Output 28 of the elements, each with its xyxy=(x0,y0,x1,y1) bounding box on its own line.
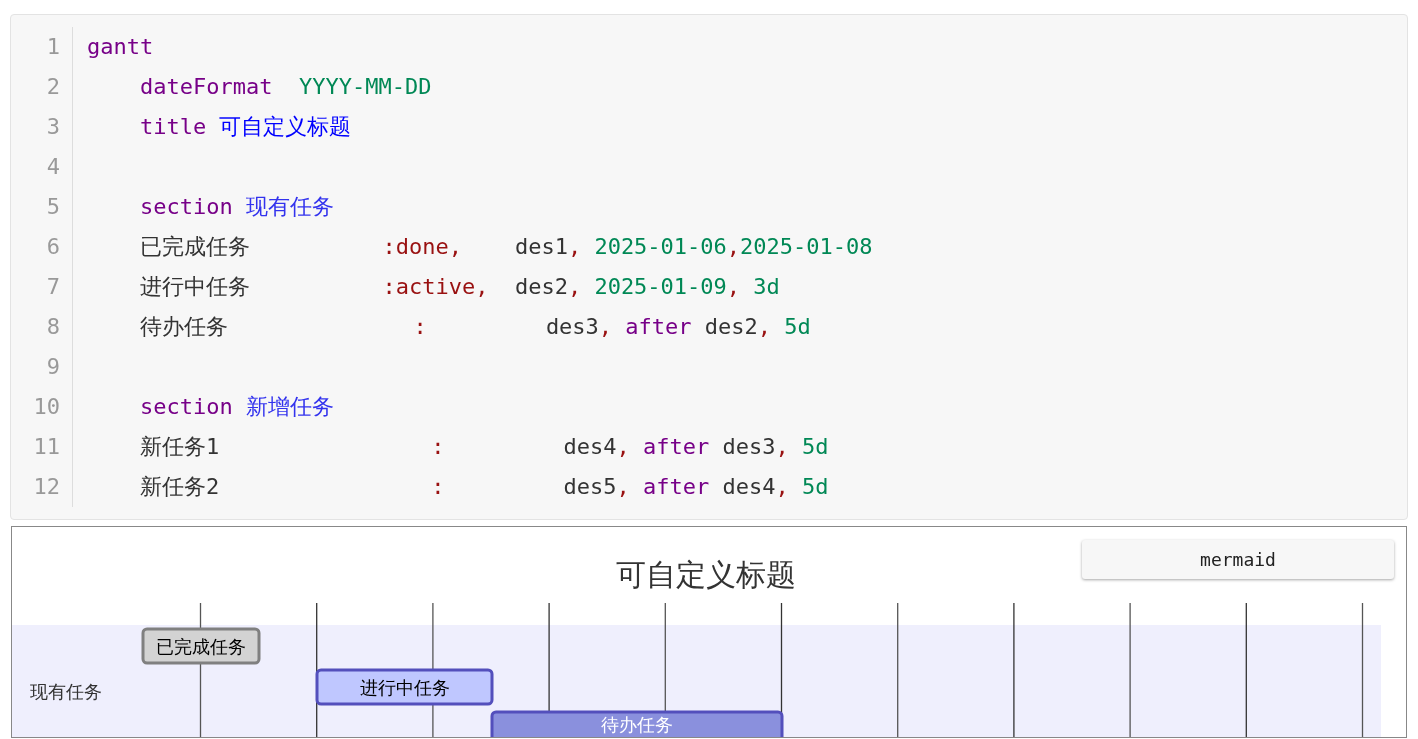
line-number: 6 xyxy=(45,233,61,261)
line-number: 5 xyxy=(45,193,61,221)
line-number: 2 xyxy=(45,73,61,101)
line-number: 10 xyxy=(32,393,61,421)
line-number: 12 xyxy=(32,473,61,501)
line-number: 9 xyxy=(45,353,61,381)
code-editor[interactable] xyxy=(10,14,1408,520)
code-line: section 现有任务 xyxy=(138,193,334,221)
code-line: 新任务2 : des5, after des4, 5d xyxy=(138,473,829,501)
line-number: 3 xyxy=(45,113,61,141)
code-line: 已完成任务 :done, des1, 2025-01-06,2025-01-08 xyxy=(138,233,873,261)
code-line: 进行中任务 :active, des2, 2025-01-09, 3d xyxy=(138,273,780,301)
code-line: dateFormat YYYY-MM-DD xyxy=(138,73,432,101)
line-number: 1 xyxy=(45,33,61,61)
code-line: title 可自定义标题 xyxy=(138,113,352,141)
code-line: section 新增任务 xyxy=(138,393,334,421)
section-label: 现有任务 xyxy=(30,682,102,702)
line-number: 7 xyxy=(45,273,61,301)
line-number: 11 xyxy=(32,433,61,461)
line-number: 4 xyxy=(45,153,61,181)
task-bar[interactable]: 进行中任务 xyxy=(315,668,494,706)
mermaid-button[interactable]: mermaid xyxy=(1082,540,1394,579)
line-number: 8 xyxy=(45,313,61,341)
chart-title: 可自定义标题 xyxy=(616,558,796,591)
task-bar[interactable]: 已完成任务 xyxy=(141,627,261,665)
code-line: 待办任务 : des3, after des2, 5d xyxy=(138,313,811,341)
code-line: 新任务1 : des4, after des3, 5d xyxy=(138,433,829,461)
code-line: gantt xyxy=(87,33,154,61)
